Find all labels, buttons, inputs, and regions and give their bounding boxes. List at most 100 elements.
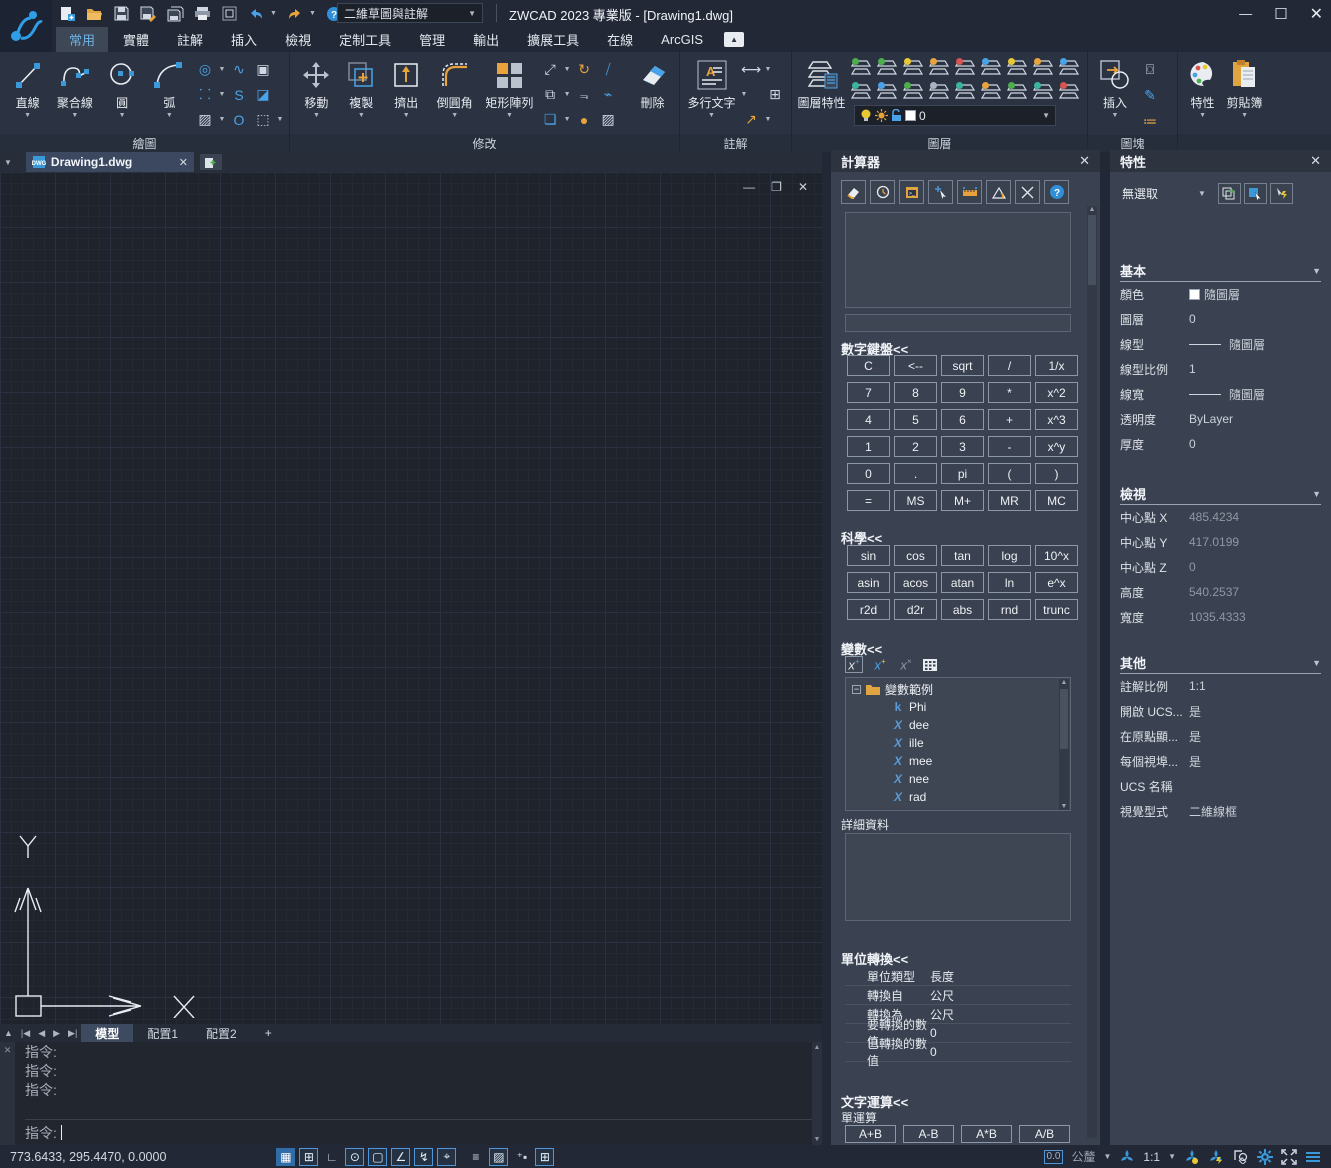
calc-key[interactable]: + [988,409,1031,430]
property-row[interactable]: 中心點 Y417.0199 [1120,530,1321,555]
calc-key[interactable]: 1/x [1035,355,1078,376]
variables-tree[interactable]: − 變數範例 kPhi Xdee Xille Xmee Xnee Xrad Xv… [845,677,1071,811]
scale-icon[interactable]: ❏ [538,107,562,132]
save-icon[interactable] [112,5,130,23]
calc-key[interactable]: * [988,382,1031,403]
calc-key[interactable]: ln [988,572,1031,593]
chevron-down-icon[interactable]: ▼ [71,112,78,119]
block-editor-icon[interactable]: ✎ [1138,83,1162,108]
dynamic-ucs-icon[interactable]: ⌖ [437,1148,456,1166]
object-snap-tracking-icon[interactable]: ∠ [391,1148,410,1166]
textop-button[interactable]: A+B [845,1125,896,1143]
calc-key[interactable]: log [988,545,1031,566]
tab-view[interactable]: 檢視 [272,27,324,52]
textop-button[interactable]: A/B [1019,1125,1070,1143]
menu-icon[interactable] [1305,1151,1321,1163]
calc-key[interactable]: - [988,436,1031,457]
point-icon[interactable]: ⸬ [193,82,217,107]
layer-vpfreeze-icon[interactable] [979,80,1005,104]
variable-item[interactable]: Xmee [852,752,1070,770]
move-button[interactable]: 移動 ▼ [294,54,339,119]
calc-key[interactable]: x^3 [1035,409,1078,430]
tab-model[interactable]: 模型 [81,1024,133,1042]
layer-thaw-icon[interactable] [875,56,901,80]
history-icon[interactable] [870,180,895,204]
clipboard-button[interactable]: 剪貼簿 ▼ [1223,54,1266,119]
tab-manage[interactable]: 管理 [406,27,458,52]
layer-copy-to-icon[interactable] [953,80,979,104]
panel-label-draw[interactable]: 繪圖 [0,134,289,152]
prev-tab-icon[interactable]: ◀ [34,1028,49,1039]
layer-current-icon[interactable] [901,80,927,104]
rectangle-icon[interactable]: ▣ [251,57,275,82]
layout-menu-icon[interactable]: ▲ [0,1028,17,1038]
spline-icon[interactable]: ∿ [227,57,251,82]
chevron-down-icon[interactable]: ▼ [562,82,572,107]
line-button[interactable]: 直線 ▼ [4,54,51,119]
leader-icon[interactable]: ↗ [739,107,763,132]
units-row[interactable]: 已轉換的數值0 [845,1043,1071,1062]
redo-icon[interactable] [286,5,304,23]
chevron-down-icon[interactable]: ▼ [403,112,410,119]
tab-annotate[interactable]: 註解 [164,27,216,52]
chevron-down-icon[interactable]: ▼ [763,107,773,132]
tab-arcgis[interactable]: ArcGIS [648,27,716,52]
annotation-scale-icon[interactable] [1119,1149,1135,1165]
layer-change-icon[interactable] [1031,80,1057,104]
calc-key[interactable]: <-- [894,355,937,376]
calculator-help-icon[interactable]: ? [1044,180,1069,204]
chevron-down-icon[interactable]: ▼ [763,57,773,82]
calc-key[interactable]: pi [941,463,984,484]
save-as-icon[interactable] [139,5,157,23]
polar-tracking-icon[interactable]: ⊙ [345,1148,364,1166]
table-icon[interactable]: ⊞ [763,82,787,107]
calc-key[interactable]: 7 [847,382,890,403]
panel-label-modify[interactable]: 修改 [290,134,679,152]
stretch-button[interactable]: 擠出 ▼ [384,54,429,119]
layer-delete-icon[interactable] [1057,80,1083,104]
hatch-icon[interactable]: ▨ [193,107,217,132]
explode-icon[interactable]: ● [572,107,596,132]
new-variable-icon[interactable]: x+ [845,656,863,673]
grid-icon[interactable]: ▦ [276,1148,295,1166]
layer-off-icon[interactable] [901,56,927,80]
quick-select-icon[interactable] [1218,183,1241,204]
property-row[interactable]: 中心點 Z0 [1120,555,1321,580]
tab-express-tools[interactable]: 擴展工具 [514,27,592,52]
create-block-icon[interactable]: ⌼ [1138,57,1162,82]
properties-button[interactable]: 特性 ▼ [1182,54,1223,119]
calc-key[interactable]: cos [894,545,937,566]
chevron-down-icon[interactable]: ▼ [217,82,227,107]
variable-item[interactable]: Xnee [852,770,1070,788]
property-row[interactable]: 厚度0 [1120,432,1321,457]
layer-freeze-icon[interactable] [927,56,953,80]
mirror-icon[interactable]: ⫬ [572,82,596,107]
polyline-button[interactable]: 聚合線 ▼ [51,54,98,119]
chevron-down-icon[interactable] [275,57,285,82]
property-row[interactable]: 視覺型式二維線框 [1120,799,1321,824]
chevron-down-icon[interactable]: ▼ [313,112,320,119]
zwcad-logo-icon[interactable] [0,0,52,52]
calc-key[interactable]: 6 [941,409,984,430]
details-box[interactable] [845,833,1071,921]
property-row[interactable]: 線型比例1 [1120,357,1321,382]
auto-annotation-icon[interactable] [1208,1149,1224,1165]
calc-key[interactable]: atan [941,572,984,593]
calc-key[interactable]: e^x [1035,572,1078,593]
select-objects-icon[interactable] [1244,183,1267,204]
section-basic[interactable]: 基本▼ [1120,260,1321,282]
edit-hatch-icon[interactable]: ▨ [596,107,620,132]
maximize-button[interactable]: ☐ [1274,5,1287,23]
chevron-down-icon[interactable]: ▼ [275,107,285,132]
calc-key[interactable]: 0 [847,463,890,484]
layer-prev-icon[interactable] [875,80,901,104]
workspace-switch-icon[interactable] [1232,1149,1249,1164]
calc-key[interactable]: ) [1035,463,1078,484]
calc-key[interactable]: 9 [941,382,984,403]
property-row[interactable]: 高度540.2537 [1120,580,1321,605]
publish-icon[interactable] [220,5,238,23]
dynamic-input-icon[interactable]: ↯ [414,1148,433,1166]
textop-button[interactable]: A-B [903,1125,954,1143]
get-coordinates-icon[interactable] [928,180,953,204]
calc-key[interactable]: ( [988,463,1031,484]
